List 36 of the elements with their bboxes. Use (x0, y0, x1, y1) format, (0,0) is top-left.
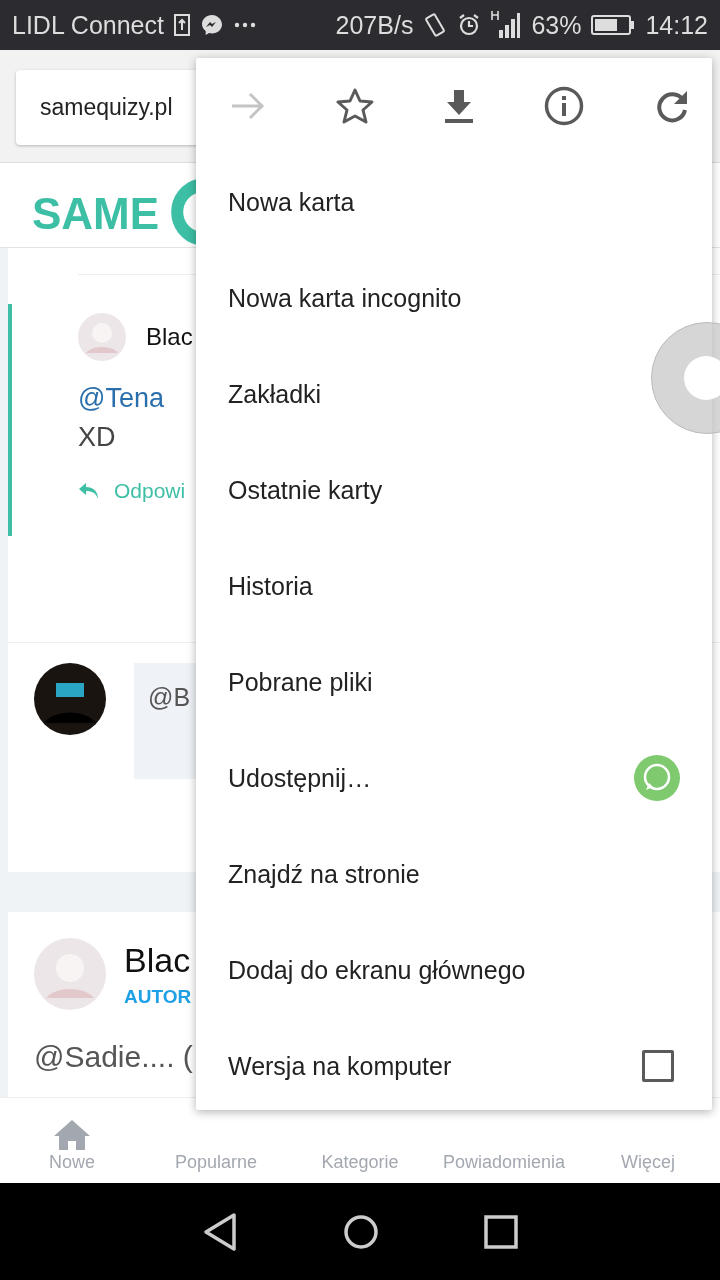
carrier-name: LIDL Connect (12, 10, 164, 40)
comment-text: @B (148, 683, 191, 711)
menu-item[interactable]: Dodaj do ekranu głównego (196, 922, 712, 1018)
checkbox[interactable] (642, 1050, 674, 1082)
menu-item[interactable]: Wersja na komputer (196, 1018, 712, 1114)
home-icon (52, 1118, 92, 1152)
menu-item[interactable]: Nowa karta incognito (196, 250, 712, 346)
recents-button[interactable] (483, 1214, 518, 1249)
author-role-label: AUTOR (124, 985, 192, 1008)
comment-text: XD (78, 422, 117, 453)
post-text: @Sadie.... ( (34, 1040, 193, 1074)
menu-item[interactable]: Historia (196, 538, 712, 634)
menu-item[interactable]: Nowa karta (196, 154, 712, 250)
messenger-icon (199, 13, 224, 37)
network-speed: 207B/s (335, 10, 414, 40)
sim-icon (173, 14, 190, 36)
vibrate-icon (423, 12, 448, 38)
battery-icon (591, 14, 636, 36)
site-logo: SAME (32, 189, 160, 239)
menu-item[interactable]: Ostatnie karty (196, 442, 712, 538)
reply-icon (78, 482, 100, 500)
chat-app-icon (632, 754, 682, 802)
battery-level: 63% (531, 10, 582, 40)
menu-item[interactable]: Udostępnij… (196, 730, 712, 826)
author-name: Blac (124, 940, 192, 980)
avatar (34, 663, 106, 735)
clock: 14:12 (645, 10, 708, 40)
menu-item[interactable]: Znajdź na stronie (196, 826, 712, 922)
menu-item[interactable]: Pobrane pliki (196, 634, 712, 730)
signal-icon (491, 10, 522, 40)
home-button[interactable] (343, 1213, 379, 1250)
author-name: Blac (146, 323, 193, 351)
back-button[interactable] (202, 1211, 239, 1252)
more-icon (233, 22, 256, 28)
avatar (34, 938, 106, 1010)
avatar (78, 313, 126, 361)
